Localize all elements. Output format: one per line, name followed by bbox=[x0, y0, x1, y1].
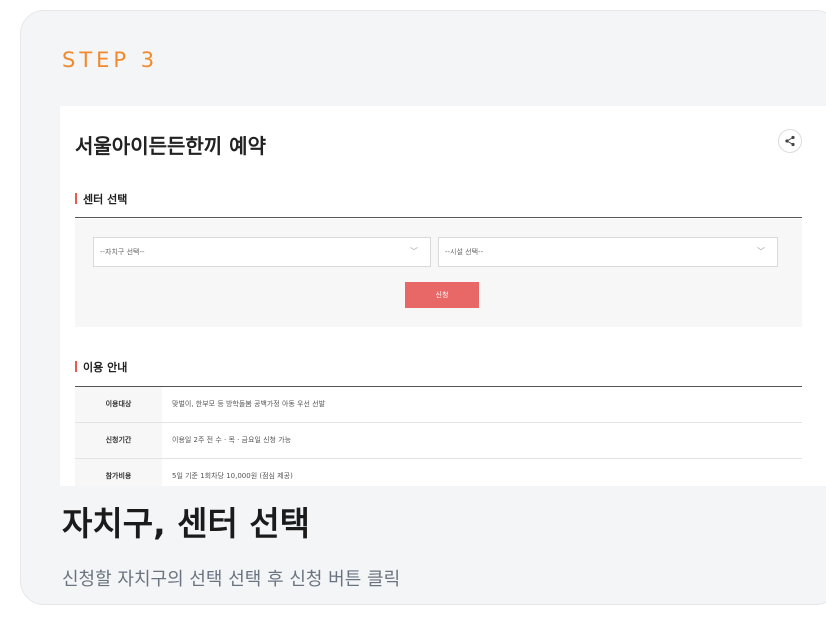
row-value: 5일 기준 1회차당 10,000원 (점심 제공) bbox=[172, 472, 293, 480]
chevron-down-icon: ﹀ bbox=[410, 247, 418, 256]
row-value: 이용일 2주 전 수 · 목 · 금요일 신청 가능 bbox=[172, 436, 292, 444]
chevron-down-icon: ﹀ bbox=[757, 247, 765, 256]
center-section-title: 센터 선택 bbox=[75, 191, 127, 207]
table-row: 이용대상 맞벌이, 한부모 등 방학돌봄 공백가정 아동 우선 선발 bbox=[75, 387, 802, 423]
table-row: 참가비용 5일 기준 1회차당 10,000원 (점심 제공) bbox=[75, 459, 802, 486]
district-select-value: --자치구 선택-- bbox=[100, 248, 145, 256]
app-screenshot: 서울아이든든한끼 예약 센터 선택 --자치구 선택-- ﹀ --시설 선택--… bbox=[60, 106, 826, 486]
row-label: 신청기간 bbox=[75, 423, 162, 458]
facility-select-value: --시설 선택-- bbox=[445, 248, 484, 256]
step-description: 신청할 자치구의 선택 선택 후 신청 버튼 클릭 bbox=[62, 569, 401, 590]
row-label: 참가비용 bbox=[75, 459, 162, 486]
info-table: 이용대상 맞벌이, 한부모 등 방학돌봄 공백가정 아동 우선 선발 신청기간 … bbox=[75, 387, 802, 486]
share-icon bbox=[785, 135, 795, 147]
section-divider bbox=[75, 217, 802, 218]
center-select-panel: --자치구 선택-- ﹀ --시설 선택-- ﹀ 신청 bbox=[75, 219, 802, 327]
table-row: 신청기간 이용일 2주 전 수 · 목 · 금요일 신청 가능 bbox=[75, 423, 802, 459]
row-value: 맞벌이, 한부모 등 방학돌봄 공백가정 아동 우선 선발 bbox=[172, 400, 326, 408]
district-select[interactable]: --자치구 선택-- ﹀ bbox=[93, 237, 431, 267]
row-label: 이용대상 bbox=[75, 387, 162, 422]
step-label: STEP 3 bbox=[62, 48, 159, 72]
facility-select[interactable]: --시설 선택-- ﹀ bbox=[438, 237, 778, 267]
share-button[interactable] bbox=[778, 129, 802, 153]
apply-button[interactable]: 신청 bbox=[405, 282, 479, 308]
step-heading: 자치구, 센터 선택 bbox=[62, 504, 311, 543]
page-title: 서울아이든든한끼 예약 bbox=[75, 134, 266, 158]
info-section-title: 이용 안내 bbox=[75, 359, 127, 375]
